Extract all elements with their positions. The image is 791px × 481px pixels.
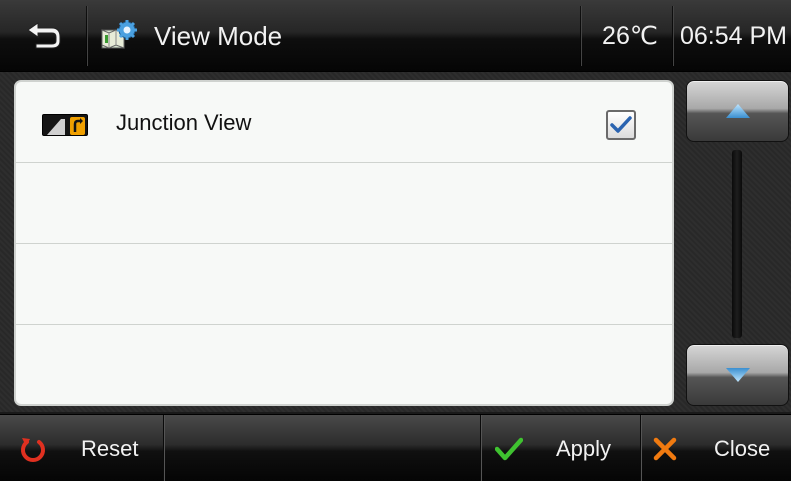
reset-icon [18,434,48,464]
checkmark-icon [494,434,524,464]
header-divider [672,6,674,66]
clock-readout: 06:54 PM [679,21,787,50]
scroll-down-button[interactable] [686,344,789,406]
view-mode-settings-icon [100,16,140,56]
list-item-label: Junction View [116,110,252,135]
checkmark-icon [610,116,632,133]
list-item-empty [16,244,672,325]
list-item-empty [16,325,672,404]
footer-divider [163,415,165,481]
scroll-up-button[interactable] [686,80,789,142]
junction-view-checkbox[interactable] [606,110,636,140]
page-title: View Mode [154,20,283,51]
list-item-junction-view[interactable]: Junction View [16,82,672,163]
reset-label: Reset [81,435,139,461]
page-title-group: View Mode [100,0,282,72]
title-bar: View Mode 26℃ 06:54 PM [0,0,791,72]
scrollbar-track[interactable] [732,150,742,338]
view-mode-list: Junction View [14,80,674,406]
back-button[interactable] [0,0,88,72]
header-divider [580,6,582,66]
list-item-empty [16,163,672,244]
temperature-readout: 26℃ [602,22,658,50]
close-label: Close [714,435,771,461]
arrow-down-icon [725,368,750,382]
header-divider [86,6,88,66]
close-icon [650,434,680,464]
action-bar: Reset Apply Close [0,414,791,481]
reset-button[interactable]: Reset [0,415,164,481]
content-area: Junction View [0,72,791,412]
back-arrow-icon [24,19,64,54]
junction-view-icon [42,114,88,136]
apply-label: Apply [556,435,612,461]
arrow-up-icon [725,104,750,118]
apply-button[interactable]: Apply [482,415,640,481]
close-button[interactable]: Close [642,415,791,481]
